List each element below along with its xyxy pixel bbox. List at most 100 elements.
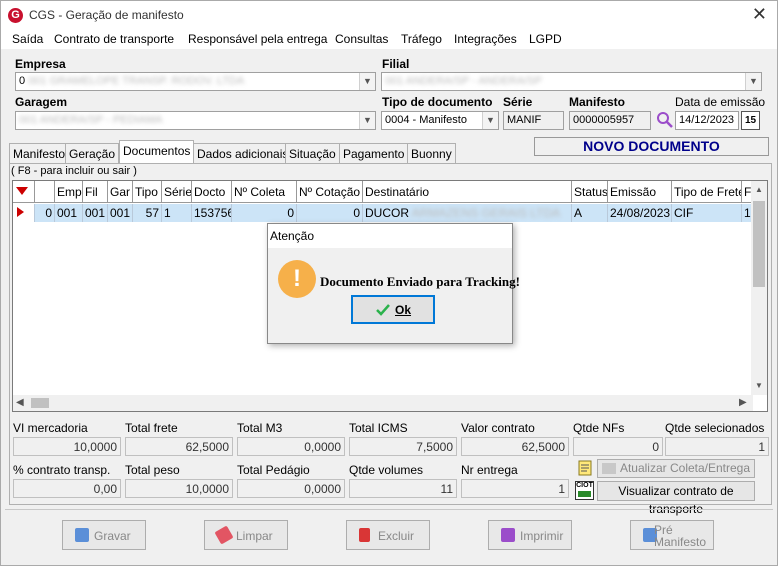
total-m3-field: 0,0000 [237, 437, 345, 456]
filial-label: Filial [382, 57, 410, 71]
chevron-down-icon[interactable]: ▼ [482, 112, 498, 129]
atualizar-coleta-entrega-button[interactable]: Atualizar Coleta/Entrega [597, 459, 755, 478]
tab-manifesto[interactable]: Manifesto [9, 143, 70, 163]
gravar-button[interactable]: Gravar [62, 520, 146, 550]
table-row[interactable]: 0 001 001 001 57 1 153756 0 0 DUCOR ARMA… [13, 204, 753, 222]
pre-manifesto-button[interactable]: Pré Manifesto [630, 520, 714, 550]
imprimir-button[interactable]: Imprimir [488, 520, 572, 550]
chevron-down-icon[interactable]: ▼ [359, 112, 375, 129]
col-emissao[interactable]: Emissão [608, 181, 672, 203]
col-destinatario[interactable]: Destinatário [363, 181, 572, 203]
menu-contrato-transporte[interactable]: Contrato de transporte [54, 32, 174, 46]
col-emp[interactable]: Emp [55, 181, 83, 203]
nr-entrega-label: Nr entrega [461, 463, 518, 477]
search-icon[interactable] [656, 111, 674, 129]
scroll-up-icon[interactable]: ▲ [755, 185, 763, 194]
col-serie[interactable]: Série [162, 181, 192, 203]
menu-lgpd[interactable]: LGPD [529, 32, 562, 46]
vertical-scrollbar[interactable]: ▲ ▼ [751, 181, 767, 395]
cell-tipo[interactable]: 57 [133, 204, 162, 222]
col-docto[interactable]: Docto [192, 181, 232, 203]
visualizar-contrato-button[interactable]: Visualizar contrato de transporte [597, 481, 755, 516]
cell-cotacao[interactable]: 0 [297, 204, 363, 222]
cell-emp[interactable]: 001 [55, 204, 83, 222]
chevron-down-icon[interactable]: ▼ [359, 73, 375, 90]
tab-geracao[interactable]: Geração [65, 143, 120, 163]
col-gar[interactable]: Gar [108, 181, 133, 203]
eraser-icon [214, 525, 234, 545]
garagem-select[interactable]: 001 ANDERA/SP - PEDIAMA ▼ [15, 111, 376, 130]
cell-docto[interactable]: 153756 [192, 204, 232, 222]
calendar-icon[interactable]: 15 [741, 111, 760, 130]
excluir-button[interactable]: Excluir [346, 520, 430, 550]
chevron-down-icon[interactable]: ▼ [745, 73, 761, 90]
tab-pagamento[interactable]: Pagamento [339, 143, 409, 163]
horizontal-scrollbar[interactable]: ◀ ▶ [13, 395, 753, 411]
menu-integracoes[interactable]: Integrações [454, 32, 517, 46]
qtde-volumes-label: Qtde volumes [349, 463, 424, 477]
save-icon [75, 528, 89, 542]
menu-bar: Saída Contrato de transporte Responsável… [1, 29, 777, 49]
data-emissao-label: Data de emissão [675, 95, 766, 109]
tab-situacao[interactable]: Situação [285, 143, 340, 163]
pct-contrato-label: % contrato transp. [13, 463, 111, 477]
cell-destinatario[interactable]: DUCOR ARMAZENS GERAIS LTDA [363, 204, 572, 222]
cell-gar[interactable]: 001 [108, 204, 133, 222]
menu-consultas[interactable]: Consultas [335, 32, 388, 46]
qtde-volumes-field: 11 [349, 479, 457, 498]
garagem-label: Garagem [15, 95, 68, 109]
col-coleta[interactable]: Nº Coleta [232, 181, 297, 203]
tab-buonny[interactable]: Buonny [407, 143, 456, 163]
cell-fil[interactable]: 001 [83, 204, 108, 222]
col-tipo-frete[interactable]: Tipo de Frete [672, 181, 742, 203]
checkmark-icon [376, 304, 390, 316]
data-emissao-field[interactable]: 14/12/2023 [675, 111, 739, 130]
manifesto-field[interactable]: 0000005957 [569, 111, 651, 130]
empresa-select[interactable]: 0 001 GRAMELOPE TRANSP. RODOV. LTDA ▼ [15, 72, 376, 91]
sort-indicator-icon[interactable] [13, 181, 35, 203]
vl-mercadoria-field: 10,0000 [13, 437, 121, 456]
scroll-left-icon[interactable]: ◀ [16, 397, 24, 408]
cell-emissao[interactable]: 24/08/2023 [608, 204, 672, 222]
menu-trafego[interactable]: Tráfego [401, 32, 442, 46]
cell-status[interactable]: A [572, 204, 608, 222]
notepad-icon[interactable] [577, 460, 593, 476]
grid-header: Emp Fil Gar Tipo Série Docto Nº Coleta N… [13, 181, 753, 203]
cell-tipo-frete[interactable]: CIF [672, 204, 742, 222]
ok-button[interactable]: Ok [351, 295, 435, 324]
col-tipo[interactable]: Tipo [133, 181, 162, 203]
trash-icon [359, 528, 370, 542]
qtde-nfs-field: 0 [573, 437, 663, 456]
col-cotacao[interactable]: Nº Cotação [297, 181, 363, 203]
attention-dialog: Atenção ! Documento Enviado para Trackin… [267, 223, 520, 344]
close-icon[interactable]: ✕ [752, 4, 767, 25]
col-fil[interactable]: Fil [83, 181, 108, 203]
garagem-obscured-text: 001 ANDERA/SP - PEDIAMA [19, 114, 163, 126]
tipo-documento-label: Tipo de documento [382, 95, 493, 109]
tipo-documento-select[interactable]: 0004 - Manifesto ▼ [381, 111, 499, 130]
scroll-right-icon[interactable]: ▶ [739, 397, 747, 408]
cell-serie[interactable]: 1 [162, 204, 192, 222]
tab-dados-adicionais[interactable]: Dados adicionais [193, 143, 293, 163]
total-m3-label: Total M3 [237, 421, 283, 435]
qtde-selecionados-label: Qtde selecionados [665, 421, 765, 435]
filial-select[interactable]: 001 ANDERA/SP - ANDERA/SP ▼ [381, 72, 762, 91]
menu-responsavel-entrega[interactable]: Responsável pela entrega [188, 32, 327, 46]
tab-documentos[interactable]: Documentos [119, 140, 195, 163]
main-window: G CGS - Geração de manifesto ✕ Saída Con… [0, 0, 778, 566]
cell-coleta[interactable]: 0 [232, 204, 297, 222]
menu-saida[interactable]: Saída [12, 32, 43, 46]
destinatario-name: DUCOR [365, 206, 409, 220]
limpar-button[interactable]: Limpar [204, 520, 288, 550]
tipo-documento-value: 0004 - Manifesto [385, 114, 467, 126]
empresa-value: 0 [19, 75, 26, 87]
cell-sel[interactable]: 0 [35, 204, 55, 222]
empresa-obscured-text: 001 GRAMELOPE TRANSP. RODOV. LTDA [28, 75, 245, 87]
ciot-icon[interactable]: CIOT [575, 481, 594, 500]
scroll-down-icon[interactable]: ▼ [755, 381, 763, 390]
serie-field[interactable]: MANIF [503, 111, 564, 130]
scroll-thumb[interactable] [753, 201, 765, 287]
col-status[interactable]: Status [572, 181, 608, 203]
hscroll-thumb[interactable] [31, 398, 49, 408]
col-sel[interactable] [35, 181, 55, 203]
